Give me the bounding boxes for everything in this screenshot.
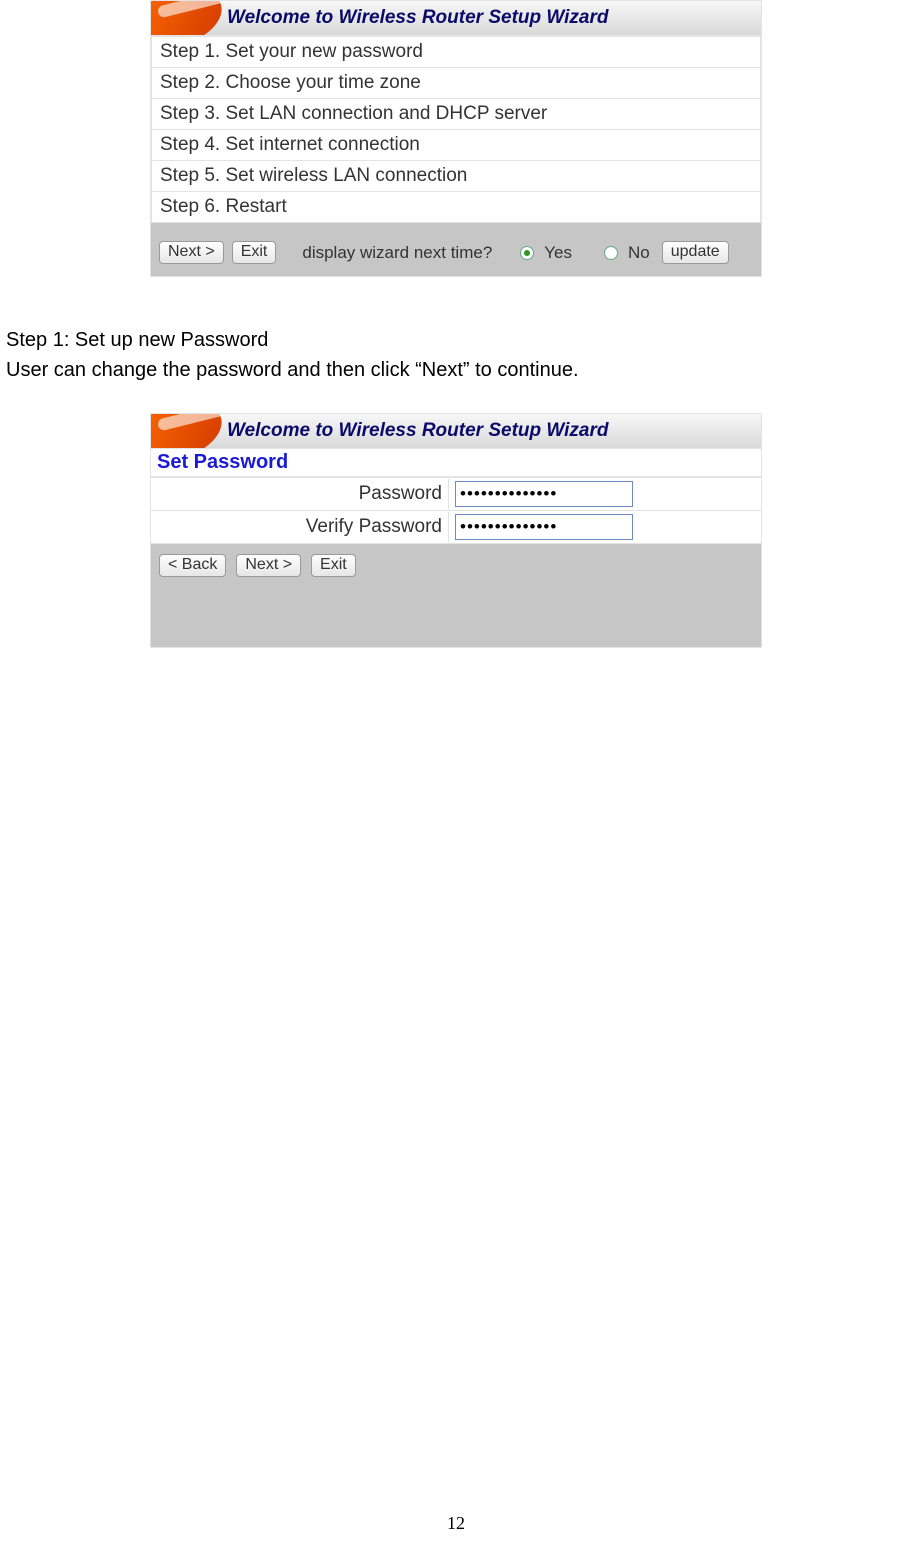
step-row: Step 4. Set internet connection	[152, 130, 761, 161]
doc-text-block: Step 1: Set up new Password User can cha…	[6, 325, 912, 385]
step-row: Step 3. Set LAN connection and DHCP serv…	[152, 99, 761, 130]
step1-body: User can change the password and then cl…	[6, 355, 912, 385]
wizard-steps-panel: Welcome to Wireless Router Setup Wizard …	[150, 0, 762, 277]
banner-title: Welcome to Wireless Router Setup Wizard	[227, 420, 609, 442]
radio-no-label: No	[628, 243, 650, 263]
wizard-banner: Welcome to Wireless Router Setup Wizard	[151, 414, 761, 449]
radio-yes-label: Yes	[544, 243, 572, 263]
back-button[interactable]: < Back	[159, 554, 226, 577]
password-row: Password	[151, 477, 761, 510]
next-button[interactable]: Next >	[159, 241, 224, 264]
step-row: Step 1. Set your new password	[152, 37, 761, 68]
radio-no[interactable]	[604, 246, 618, 260]
banner-swoosh-graphic	[151, 1, 221, 35]
steps-table: Step 1. Set your new password Step 2. Ch…	[151, 36, 761, 223]
verify-password-label: Verify Password	[151, 512, 449, 542]
set-password-panel: Welcome to Wireless Router Setup Wizard …	[150, 413, 762, 648]
banner-title: Welcome to Wireless Router Setup Wizard	[227, 7, 609, 29]
next-button[interactable]: Next >	[236, 554, 301, 577]
password-input[interactable]	[455, 481, 633, 507]
update-button[interactable]: update	[662, 241, 729, 264]
section-title: Set Password	[151, 449, 761, 477]
wizard-banner: Welcome to Wireless Router Setup Wizard	[151, 1, 761, 36]
password-label: Password	[151, 479, 449, 509]
wizard-button-bar-2: < Back Next > Exit	[151, 544, 761, 647]
verify-password-input[interactable]	[455, 514, 633, 540]
banner-swoosh-graphic	[151, 414, 221, 448]
step-row: Step 6. Restart	[152, 192, 761, 223]
page-number: 12	[0, 1513, 912, 1534]
verify-password-row: Verify Password	[151, 510, 761, 544]
radio-yes[interactable]	[520, 246, 534, 260]
step-row: Step 2. Choose your time zone	[152, 68, 761, 99]
step-row: Step 5. Set wireless LAN connection	[152, 161, 761, 192]
wizard-button-bar: Next > Exit display wizard next time? Ye…	[151, 223, 761, 276]
display-wizard-question: display wizard next time?	[302, 243, 492, 263]
exit-button[interactable]: Exit	[232, 241, 277, 264]
step1-heading: Step 1: Set up new Password	[6, 325, 912, 355]
exit-button[interactable]: Exit	[311, 554, 356, 577]
